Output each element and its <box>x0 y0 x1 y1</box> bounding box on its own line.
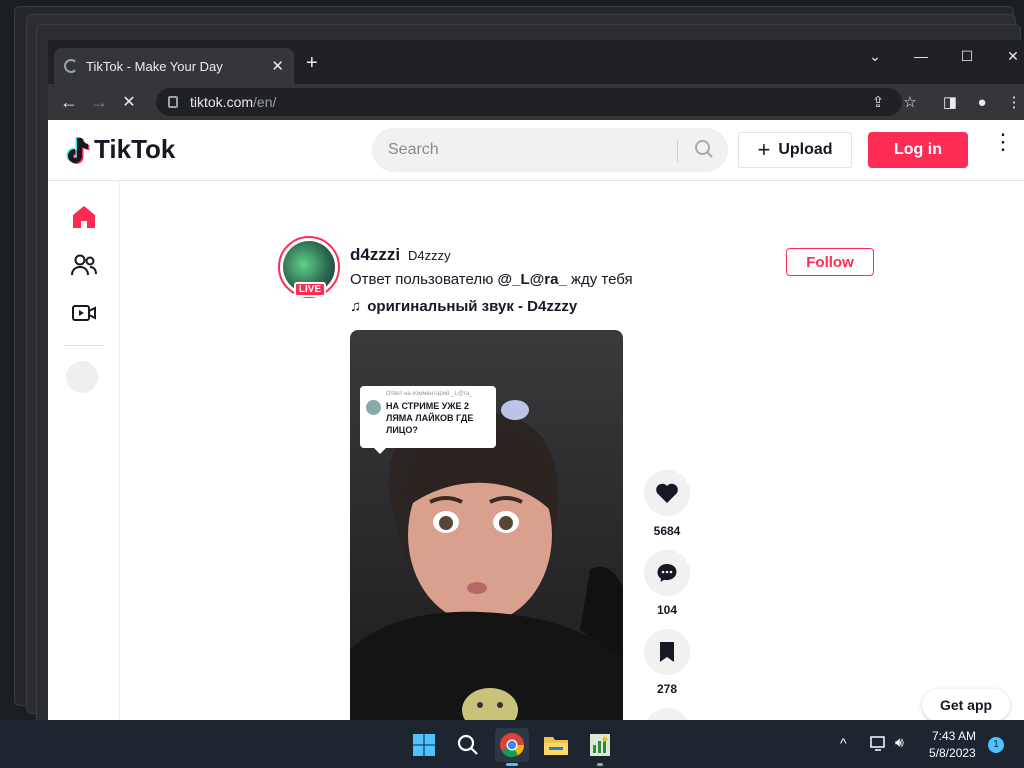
close-window-icon[interactable]: ✕ <box>990 40 1024 72</box>
url-path: /en/ <box>253 94 277 110</box>
bubble-tail <box>374 448 386 454</box>
music-note-icon: ♫ <box>350 298 362 315</box>
taskbar-chrome[interactable] <box>495 728 529 766</box>
search-icon[interactable] <box>694 139 714 159</box>
minimize-icon[interactable]: — <box>898 40 944 72</box>
volume-icon[interactable]: 🔊︎ <box>895 734 904 751</box>
tab-title: TikTok - Make Your Day <box>86 58 223 74</box>
forward-icon[interactable]: → <box>84 87 114 117</box>
commenter-avatar <box>366 400 381 415</box>
comment-count: 104 <box>656 603 678 617</box>
reply-text: НА СТРИМЕ УЖЕ 2 ЛЯМА ЛАЙКОВ ГДЕ ЛИЦО? <box>386 401 474 435</box>
chart-app-icon <box>590 734 610 756</box>
comment-icon <box>657 564 677 582</box>
tiktok-note-icon <box>66 136 90 164</box>
bookmark-icon <box>660 642 674 662</box>
save-count: 278 <box>656 682 678 696</box>
comment-button[interactable] <box>644 550 690 596</box>
desc-prefix: Ответ пользователю <box>350 271 498 288</box>
search-icon <box>457 734 478 755</box>
close-tab-icon[interactable]: ✕ <box>271 57 284 75</box>
maximize-icon[interactable]: ☐ <box>944 40 990 72</box>
live-video-icon[interactable] <box>70 299 98 327</box>
desc-suffix: жду тебя <box>566 271 633 288</box>
active-indicator <box>506 763 518 766</box>
mention-link[interactable]: @_L@ra_ <box>498 271 567 288</box>
post-username[interactable]: d4zzzi <box>350 245 400 265</box>
search-input[interactable]: Search <box>372 128 728 172</box>
open-indicator <box>597 763 603 766</box>
tiktok-logo[interactable]: TikTok <box>64 134 175 165</box>
upload-button[interactable]: + Upload <box>738 132 852 168</box>
share-button[interactable] <box>644 708 690 720</box>
post-description: Ответ пользователю @_L@ra_ жду тебя <box>350 271 633 288</box>
live-badge: LIVE <box>294 282 326 297</box>
address-bar[interactable]: tiktok.com/en/ <box>156 88 902 116</box>
following-icon[interactable] <box>70 251 98 279</box>
tiktok-page: TikTok Search + Upload Log in ⋮ LIVE d4z… <box>48 120 1024 720</box>
bookmark-star-icon[interactable]: ☆ <box>895 84 925 120</box>
lock-icon <box>168 96 178 108</box>
back-icon[interactable]: ← <box>54 87 84 117</box>
side-panel-icon[interactable]: ◨ <box>935 84 965 120</box>
loading-favicon-icon <box>64 59 78 73</box>
profile-icon[interactable]: ● <box>967 84 997 120</box>
notification-badge[interactable]: 1 <box>988 737 1004 753</box>
new-tab-icon[interactable]: + <box>306 52 318 75</box>
follow-button[interactable]: Follow <box>786 248 874 276</box>
windows-taskbar: ^ 🔊︎ 7:43 AM 5/8/2023 1 <box>0 720 1024 768</box>
show-hidden-icons[interactable]: ^ <box>840 735 847 751</box>
video-player[interactable]: Ответ на комментарий _L@ra_ НА СТРИМЕ УЖ… <box>350 330 623 720</box>
placeholder-avatar <box>66 361 98 393</box>
search-placeholder: Search <box>388 141 439 158</box>
taskbar-search[interactable] <box>451 728 485 762</box>
heart-icon <box>656 483 678 503</box>
home-icon[interactable] <box>70 203 98 231</box>
logo-text: TikTok <box>94 134 176 164</box>
browser-menu-icon[interactable]: ⋮ <box>999 84 1024 120</box>
taskbar-file-explorer[interactable] <box>539 728 573 762</box>
windows-logo-icon <box>413 734 435 756</box>
network-icon[interactable] <box>870 736 888 752</box>
music-link[interactable]: ♫ оригинальный звук - D4zzzy <box>350 298 577 315</box>
plus-icon: + <box>757 137 771 162</box>
stop-loading-icon[interactable]: ✕ <box>114 87 144 117</box>
save-button[interactable] <box>644 629 690 675</box>
like-button[interactable] <box>644 470 690 516</box>
chrome-icon <box>500 733 524 758</box>
share-icon[interactable]: ⇪ <box>863 84 893 120</box>
tab-tiktok[interactable]: TikTok - Make Your Day ✕ <box>54 48 294 84</box>
tiktok-header: TikTok Search + Upload Log in ⋮ <box>48 120 1024 181</box>
url-host: tiktok.com <box>190 94 254 110</box>
clock-date[interactable]: 5/8/2023 <box>929 746 976 760</box>
tab-search-icon[interactable]: ⌄ <box>852 40 898 72</box>
search-divider <box>677 140 678 162</box>
taskbar-app[interactable] <box>583 728 617 766</box>
like-count: 5684 <box>653 524 681 538</box>
post-nickname[interactable]: D4zzzy <box>408 248 451 263</box>
side-nav-divider <box>64 345 104 346</box>
side-nav <box>48 181 120 720</box>
start-button[interactable] <box>407 728 441 762</box>
reply-header: Ответ на комментарий _L@ra_ <box>386 391 473 397</box>
folder-icon <box>544 737 568 755</box>
music-title: оригинальный звук - D4zzzy <box>367 298 578 315</box>
more-menu-icon[interactable]: ⋮ <box>992 131 1014 162</box>
tab-bar: TikTok - Make Your Day ✕ + ⌄ — ☐ ✕ <box>48 40 1024 84</box>
reply-comment-bubble: Ответ на комментарий _L@ra_ НА СТРИМЕ УЖ… <box>360 386 496 454</box>
login-button[interactable]: Log in <box>868 132 968 168</box>
upload-label: Upload <box>778 141 833 158</box>
clock-time[interactable]: 7:43 AM <box>932 729 976 743</box>
get-app-button[interactable]: Get app <box>922 689 1010 720</box>
browser-window: TikTok - Make Your Day ✕ + ⌄ — ☐ ✕ ← → ✕… <box>48 40 1024 720</box>
